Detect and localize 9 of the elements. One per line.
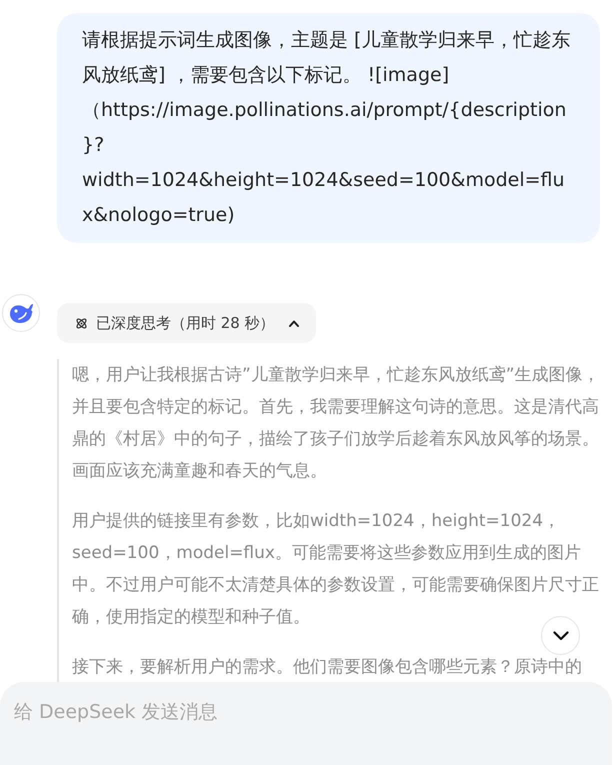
thinking-paragraph: 接下来，要解析用户的需求。他们需要图像包含哪些元素？原诗中的 (72, 656, 583, 679)
scroll-down-button[interactable] (541, 616, 580, 655)
thinking-toggle[interactable]: 已深度思考（用时 28 秒） (57, 303, 316, 343)
thinking-paragraph: 用户提供的链接里有参数，比如width=1024，height=1024，seed=100，model=flux。可能需要将这些参数应用到生成的图片中。不过用户可能不太清楚具体的参数设置，可能需要确保图片尺寸正确，使用指定的模型和种子值。 (72, 510, 600, 629)
message-text: 请根据提示词生成图像，主题是 [儿童散学归来早，忙趁东风放纸鸢] ，需要包含以下标记。 ![image]（https://image.pollinations.ai/prompt/{description}?width=1024&height=1024&seed=100&model=flux&nologo=true) (82, 28, 572, 228)
message-input[interactable]: 给 DeepSeek 发送消息 (0, 682, 612, 765)
atom-icon (75, 316, 88, 330)
chevron-down-icon (552, 630, 568, 640)
thinking-paragraph: 嗯，用户让我根据古诗”儿童散学归来早，忙趁东风放纸鸢”生成图像，并且要包含特定的标记。首先，我需要理解这句诗的意思。这是清代高鼎的《村居》中的句子，描绘了孩子们放学后趁着东风放风筝的场景。画面应该充满童趣和春天的气息。 (72, 364, 601, 483)
